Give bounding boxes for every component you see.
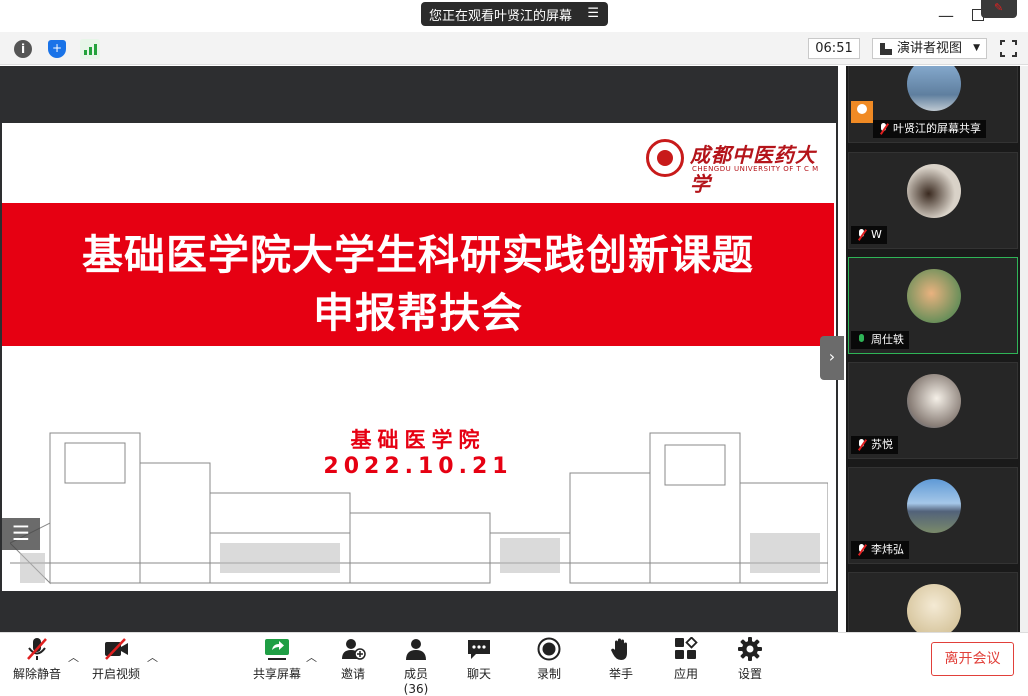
avatar: [907, 584, 961, 632]
slide-title-line1: 基础医学院大学生科研实践创新课题: [82, 231, 754, 279]
raise-hand-button[interactable]: 举手: [606, 637, 636, 682]
shared-screen-area: 成都中医药大学 CHENGDU UNIVERSITY OF T C M 基础医学…: [0, 66, 844, 632]
mic-on-icon: [856, 334, 866, 346]
college-name: 基础医学院: [350, 428, 486, 452]
raise-hand-icon: [608, 637, 634, 661]
video-options-chevron-icon[interactable]: ︿: [147, 649, 158, 665]
record-label: 录制: [536, 667, 561, 681]
window-titlebar: 您正在观看叶贤江的屏幕 ☰ — ✎: [0, 0, 1028, 32]
share-screen-button[interactable]: 共享屏幕: [251, 637, 303, 682]
participant-name: 李炜弘: [871, 543, 904, 556]
logo-name-en: CHENGDU UNIVERSITY OF T C M: [692, 165, 819, 173]
panel-collapse-button[interactable]: ›: [820, 336, 844, 380]
avatar: [907, 374, 961, 428]
slide-title-line2: 申报帮扶会: [313, 289, 523, 337]
start-video-label: 开启视频: [91, 667, 140, 681]
viewing-menu-icon[interactable]: ☰: [587, 6, 599, 21]
invite-button[interactable]: 邀请: [335, 637, 371, 682]
members-icon: [403, 637, 429, 661]
gear-icon: [737, 637, 763, 661]
chat-button[interactable]: 聊天: [464, 637, 494, 682]
meeting-duration: 06:51: [808, 38, 860, 59]
settings-label: 设置: [737, 667, 762, 681]
unmute-button[interactable]: 解除静音: [12, 637, 62, 682]
mic-muted-icon: [856, 439, 868, 451]
minimize-icon[interactable]: —: [938, 6, 954, 25]
members-label: 成员(36): [403, 667, 429, 696]
info-icon[interactable]: i: [14, 40, 32, 58]
participant-tile[interactable]: W: [848, 152, 1018, 249]
chat-label: 聊天: [466, 667, 491, 681]
meeting-date: 2022.10.21: [323, 454, 513, 479]
participant-name-tag: 周仕轶: [851, 331, 909, 349]
avatar: [907, 164, 961, 218]
mic-muted-icon: [878, 123, 890, 135]
meeting-info-bar: i + 06:51 演讲者视图 ▼: [0, 32, 1028, 65]
apps-icon: [673, 636, 699, 661]
security-shield-icon[interactable]: +: [48, 40, 66, 58]
leave-meeting-button[interactable]: 离开会议: [931, 642, 1014, 676]
apps-button[interactable]: 应用: [671, 636, 701, 682]
network-signal-icon[interactable]: [80, 39, 100, 59]
participant-name-tag: W: [851, 226, 887, 244]
mic-muted-icon: [856, 229, 868, 241]
avatar: [907, 479, 961, 533]
view-mode-select[interactable]: 演讲者视图 ▼: [872, 38, 987, 59]
university-logo: 成都中医药大学 CHENGDU UNIVERSITY OF T C M: [646, 137, 826, 196]
settings-button[interactable]: 设置: [735, 637, 765, 682]
record-button[interactable]: 录制: [534, 637, 564, 682]
chat-icon: [466, 637, 492, 661]
speaker-view-icon: [880, 43, 892, 55]
participant-tile[interactable]: 苏悦: [848, 362, 1018, 459]
title-banner: 基础医学院大学生科研实践创新课题 申报帮扶会: [2, 203, 834, 346]
mic-muted-icon: [24, 637, 50, 661]
participant-name-tag: 苏悦: [851, 436, 898, 454]
sharing-user-icon: [851, 101, 873, 123]
share-options-chevron-icon[interactable]: ︿: [306, 649, 317, 665]
participant-name-tag: 叶贤江的屏幕共享: [873, 120, 986, 138]
start-video-button[interactable]: 开启视频: [90, 637, 142, 682]
fullscreen-icon[interactable]: [1000, 40, 1017, 57]
recording-indicator: ✎: [981, 0, 1017, 18]
raise-hand-label: 举手: [608, 667, 633, 681]
participant-name: 苏悦: [871, 438, 893, 451]
panel-scrollbar[interactable]: [1020, 66, 1028, 632]
share-screen-label: 共享屏幕: [252, 667, 301, 681]
unmute-label: 解除静音: [12, 667, 61, 681]
university-seal-icon: [646, 139, 684, 177]
share-screen-icon: [264, 637, 290, 661]
participant-tile[interactable]: 周仕轶: [848, 257, 1018, 354]
avatar: [907, 66, 961, 111]
participant-name: 周仕轶: [871, 333, 904, 346]
chevron-down-icon: ▼: [973, 43, 980, 53]
participant-tile[interactable]: [848, 572, 1018, 632]
meeting-toolbar: 解除静音 ︿ 开启视频 ︿ 共享屏幕 ︿ 邀请 成员(36) 聊天 录制 举手 …: [0, 632, 1028, 696]
invite-label: 邀请: [340, 667, 365, 681]
members-button[interactable]: 成员(36): [392, 637, 440, 696]
video-off-icon: [103, 637, 129, 661]
record-icon: [536, 637, 562, 661]
participant-tile[interactable]: 李炜弘: [848, 467, 1018, 564]
audio-options-chevron-icon[interactable]: ︿: [68, 649, 79, 665]
view-mode-label: 演讲者视图: [897, 41, 963, 56]
viewing-screen-label: 您正在观看叶贤江的屏幕: [429, 8, 573, 24]
apps-label: 应用: [673, 667, 698, 681]
avatar: [907, 269, 961, 323]
viewing-screen-indicator[interactable]: 您正在观看叶贤江的屏幕 ☰: [421, 2, 608, 26]
presentation-slide: 成都中医药大学 CHENGDU UNIVERSITY OF T C M 基础医学…: [2, 123, 836, 591]
annotation-menu-button[interactable]: ☰: [2, 518, 40, 550]
participant-name: W: [871, 228, 882, 241]
mic-off-icon: ✎: [994, 1, 1004, 14]
mic-muted-icon: [856, 544, 868, 556]
participant-video-panel: 叶贤江的屏幕共享 W 周仕轶 苏悦 李炜弘: [846, 66, 1020, 632]
invite-user-icon: [340, 637, 366, 661]
participant-name-tag: 李炜弘: [851, 541, 909, 559]
participant-tile[interactable]: 叶贤江的屏幕共享: [848, 66, 1018, 143]
participant-name: 叶贤江的屏幕共享: [893, 122, 981, 135]
